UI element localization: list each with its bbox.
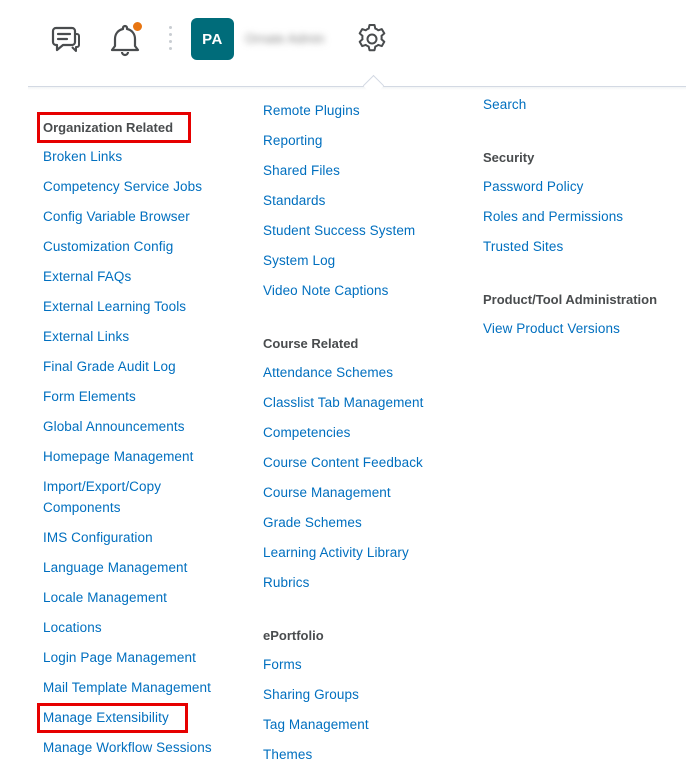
gear-icon[interactable] (354, 21, 390, 57)
link-standards[interactable]: Standards (263, 190, 325, 211)
link-roles-and-permissions[interactable]: Roles and Permissions (483, 206, 623, 227)
link-system-log[interactable]: System Log (263, 250, 335, 271)
dropdown-shadow (28, 87, 686, 90)
link-video-note-captions[interactable]: Video Note Captions (263, 280, 388, 301)
link-password-policy[interactable]: Password Policy (483, 176, 584, 197)
link-view-product-versions[interactable]: View Product Versions (483, 318, 620, 339)
link-remote-plugins[interactable]: Remote Plugins (263, 100, 360, 121)
link-login-page-management[interactable]: Login Page Management (43, 647, 196, 668)
header-separator (169, 26, 173, 52)
link-student-success-system[interactable]: Student Success System (263, 220, 415, 241)
link-global-announcements[interactable]: Global Announcements (43, 416, 185, 437)
link-import-export-copy-components[interactable]: Import/Export/Copy Components (43, 476, 193, 518)
link-learning-activity-library[interactable]: Learning Activity Library (263, 542, 409, 563)
link-competency-service-jobs[interactable]: Competency Service Jobs (43, 176, 202, 197)
link-language-management[interactable]: Language Management (43, 557, 188, 578)
link-themes[interactable]: Themes (263, 744, 312, 765)
link-locations[interactable]: Locations (43, 617, 102, 638)
link-sharing-groups[interactable]: Sharing Groups (263, 684, 359, 705)
top-navbar: PA Ornate Admin (0, 0, 686, 80)
link-config-variable-browser[interactable]: Config Variable Browser (43, 206, 190, 227)
link-search[interactable]: Search (483, 94, 526, 115)
heading-eportfolio: ePortfolio (263, 628, 324, 643)
link-grade-schemes[interactable]: Grade Schemes (263, 512, 362, 533)
link-rubrics[interactable]: Rubrics (263, 572, 309, 593)
link-homepage-management[interactable]: Homepage Management (43, 446, 194, 467)
link-customization-config[interactable]: Customization Config (43, 236, 173, 257)
link-reporting[interactable]: Reporting (263, 130, 322, 151)
link-locale-management[interactable]: Locale Management (43, 587, 167, 608)
link-trusted-sites[interactable]: Trusted Sites (483, 236, 563, 257)
link-competencies[interactable]: Competencies (263, 422, 351, 443)
link-attendance-schemes[interactable]: Attendance Schemes (263, 362, 393, 383)
link-forms[interactable]: Forms (263, 654, 302, 675)
link-course-content-feedback[interactable]: Course Content Feedback (263, 452, 423, 473)
link-tag-management[interactable]: Tag Management (263, 714, 369, 735)
highlight-box-organization-related (37, 112, 191, 143)
chat-icon[interactable] (48, 23, 82, 57)
link-ims-configuration[interactable]: IMS Configuration (43, 527, 153, 548)
link-external-faqs[interactable]: External FAQs (43, 266, 131, 287)
avatar[interactable]: PA (191, 18, 234, 60)
link-final-grade-audit-log[interactable]: Final Grade Audit Log (43, 356, 176, 377)
link-classlist-tab-management[interactable]: Classlist Tab Management (263, 392, 423, 413)
username[interactable]: Ornate Admin (245, 31, 337, 47)
highlight-box-manage-extensibility (37, 703, 188, 733)
heading-product-tool-administration: Product/Tool Administration (483, 292, 658, 307)
link-broken-links[interactable]: Broken Links (43, 146, 122, 167)
link-form-elements[interactable]: Form Elements (43, 386, 136, 407)
link-mail-template-management[interactable]: Mail Template Management (43, 677, 211, 698)
link-shared-files[interactable]: Shared Files (263, 160, 340, 181)
notification-dot (132, 21, 143, 32)
link-manage-workflow-sessions[interactable]: Manage Workflow Sessions (43, 737, 212, 758)
heading-security: Security (483, 150, 535, 165)
link-external-links[interactable]: External Links (43, 326, 129, 347)
link-course-management[interactable]: Course Management (263, 482, 391, 503)
link-external-learning-tools[interactable]: External Learning Tools (43, 296, 186, 317)
heading-course-related: Course Related (263, 336, 359, 351)
